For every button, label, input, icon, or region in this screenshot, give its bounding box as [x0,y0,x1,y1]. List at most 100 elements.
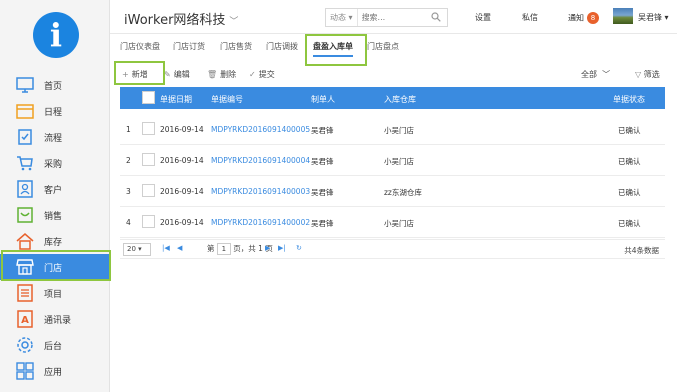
table-row[interactable]: 3 2016-09-14 MDPYRKD2016091400003 吴君锋 zz… [120,176,665,207]
row-checkbox[interactable] [142,153,155,166]
sidebar-item-label: 通讯录 [44,315,72,326]
edit-button[interactable]: ✎ 编辑 [164,69,190,80]
sidebar-item-label: 库存 [44,237,63,248]
trash-icon: 🗑 [207,70,218,79]
user-menu[interactable]: 吴君锋 ▾ [638,12,669,23]
house-icon [16,233,34,250]
row-checkbox[interactable] [142,215,155,228]
notification-badge: 8 [587,12,599,24]
cell-date: 2016-09-14 [160,125,204,134]
page-number-input[interactable]: 1 [216,243,231,255]
apps-icon [16,362,34,380]
filter-button[interactable]: ▽ 筛选 [635,69,660,80]
cell-code-link[interactable]: MDPYRKD2016091400005 [211,125,310,134]
sales-icon [17,207,33,223]
cell-status: 已确认 [618,188,641,197]
column-header-code[interactable]: 单据编号 [211,94,243,105]
sidebar-item-project[interactable]: 项目 [0,280,110,306]
page-size-select[interactable]: 20 ▾ [123,243,151,256]
sidebar-item-flow[interactable]: 流程 [0,124,110,150]
cell-date: 2016-09-14 [160,218,204,227]
cell-code-link[interactable]: MDPYRKD2016091400004 [211,156,310,165]
next-page-icon[interactable]: ▶ [265,244,270,252]
cell-code-link[interactable]: MDPYRKD2016091400003 [211,187,310,196]
tab-store-transfer[interactable]: 门店调拨 [266,41,298,52]
avatar[interactable] [613,8,633,24]
cell-warehouse: zz东湖仓库 [384,188,422,197]
cell-maker: 吴君锋 [311,157,334,166]
page-indicator: 第 1 页，共 1 页 [207,243,273,255]
search-icon[interactable] [431,12,441,22]
cell-status: 已确认 [618,219,641,228]
sidebar-item-label: 客户 [44,185,63,196]
pencil-icon: ✎ [164,70,171,79]
app-logo[interactable]: i [33,12,79,58]
refresh-icon[interactable]: ↻ [296,244,302,252]
cell-warehouse: 小吴门店 [384,219,414,228]
cart-icon [17,156,33,171]
table-row[interactable]: 4 2016-09-14 MDPYRKD2016091400002 吴君锋 小吴… [120,207,665,238]
monitor-icon [16,77,34,93]
search-input[interactable] [357,13,418,22]
search-type-select[interactable]: 动态 ▾ [326,9,358,26]
column-header-maker[interactable]: 制单人 [311,94,335,105]
table-row[interactable]: 2 2016-09-14 MDPYRKD2016091400004 吴君锋 小吴… [120,145,665,176]
prev-page-icon[interactable]: ◀ [177,244,182,252]
row-number: 4 [126,218,131,227]
first-page-icon[interactable]: |◀ [162,244,170,252]
sidebar-item-apps[interactable]: 应用 [0,358,110,384]
row-number: 2 [126,156,131,165]
sidebar-item-label: 首页 [44,81,63,92]
cell-status: 已确认 [618,157,641,166]
sidebar-item-label: 日程 [44,107,63,118]
filter-icon: ▽ [635,70,642,79]
company-switcher[interactable]: iWorker网络科技 ﹀ [124,9,238,28]
row-checkbox[interactable] [142,184,155,197]
sidebar-item-admin[interactable]: 后台 [0,332,110,358]
row-checkbox[interactable] [142,122,155,135]
highlight-box-store [1,250,111,281]
flow-icon [18,129,32,145]
search-box: 动态 ▾ [325,8,448,27]
scope-select[interactable]: 全部 ﹀ [581,69,610,80]
sidebar-item-customer[interactable]: 客户 [0,176,110,202]
delete-button[interactable]: 🗑 删除 [207,69,236,80]
cell-code-link[interactable]: MDPYRKD2016091400002 [211,218,310,227]
cell-warehouse: 小吴门店 [384,157,414,166]
table-header: 单据日期 单据编号 制单人 入库仓库 单据状态 [120,87,665,109]
tab-store-order[interactable]: 门店订货 [173,41,205,52]
module-tabs: 门店仪表盘 门店订货 门店售货 门店调拨 盘盈入库单 门店盘点 [110,36,677,60]
messages-link[interactable]: 私信 [522,12,538,23]
sidebar-item-contacts[interactable]: A 通讯录 [0,306,110,332]
sidebar-item-schedule[interactable]: 日程 [0,98,110,124]
calendar-icon [16,104,34,119]
sidebar: i 首页 日程 流程 采购 客户 销售 库存 门店 项目 A 通讯录 后台 应用 [0,0,110,392]
column-header-date[interactable]: 单据日期 [160,94,192,105]
gear-icon [17,337,33,353]
sidebar-nav: 首页 日程 流程 采购 客户 销售 库存 门店 项目 A 通讯录 后台 应用 [0,72,110,384]
check-icon: ✓ [249,70,256,79]
svg-text:A: A [21,315,29,326]
cell-status: 已确认 [618,126,641,135]
sidebar-item-label: 应用 [44,367,63,378]
tab-store-stocktake[interactable]: 门店盘点 [367,41,399,52]
cell-date: 2016-09-14 [160,187,204,196]
highlight-box-add [114,61,165,85]
row-number: 1 [126,125,131,134]
submit-button[interactable]: ✓ 提交 [249,69,275,80]
sidebar-item-purchase[interactable]: 采购 [0,150,110,176]
column-header-warehouse[interactable]: 入库仓库 [384,94,416,105]
column-header-status[interactable]: 单据状态 [613,94,645,105]
notifications-link[interactable]: 通知 8 [568,12,599,24]
tab-store-sales[interactable]: 门店售货 [220,41,252,52]
table-row[interactable]: 1 2016-09-14 MDPYRKD2016091400005 吴君锋 小吴… [120,114,665,145]
tab-store-dashboard[interactable]: 门店仪表盘 [120,41,160,52]
settings-link[interactable]: 设置 [475,12,491,23]
last-page-icon[interactable]: ▶| [278,244,286,252]
top-header: iWorker网络科技﹀ 动态 ▾ 设置 私信 通知8 吴君锋 ▾ [110,0,677,34]
company-name: iWorker网络科技 [124,13,226,28]
total-count: 共4条数据 [624,246,659,255]
sidebar-item-home[interactable]: 首页 [0,72,110,98]
sidebar-item-sales[interactable]: 销售 [0,202,110,228]
select-all-checkbox[interactable] [142,91,155,104]
